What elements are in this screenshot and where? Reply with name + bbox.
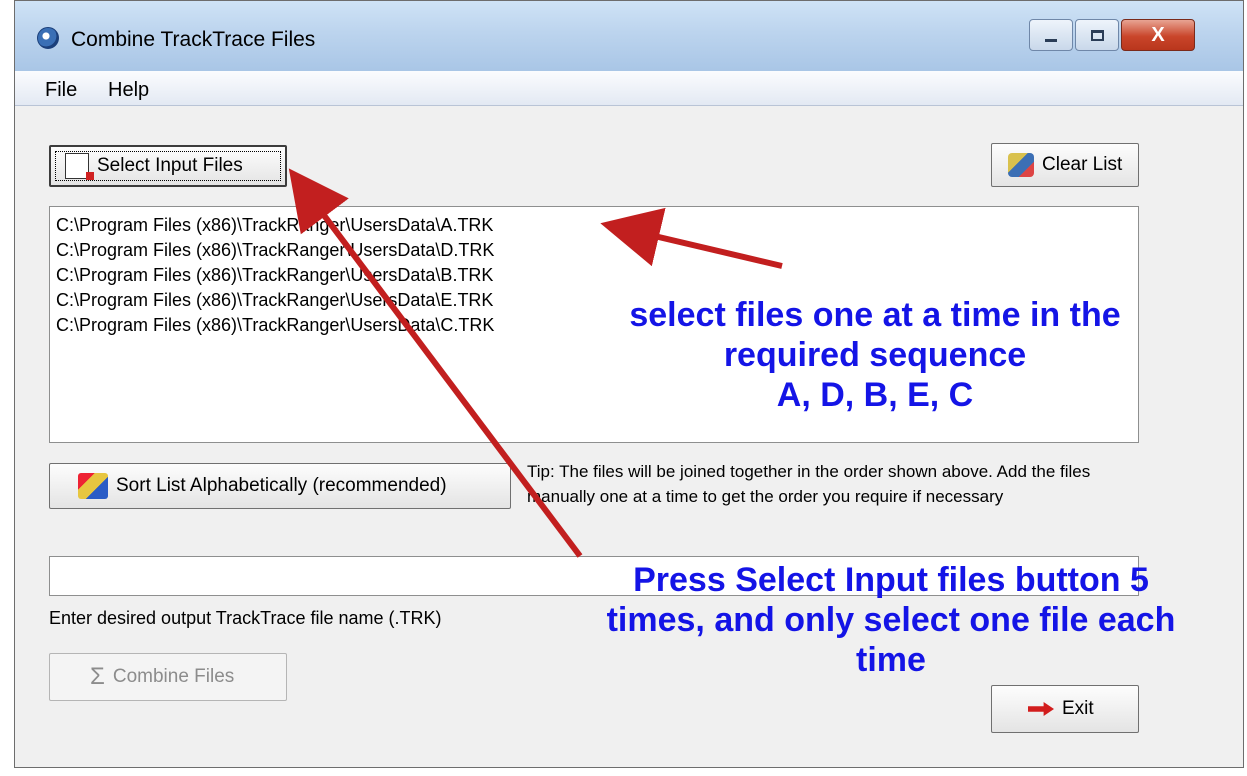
maximize-icon [1090,29,1104,41]
menu-file[interactable]: File [45,79,77,102]
clear-list-button[interactable]: Clear List [991,143,1139,187]
tip-text: Tip: The files will be joined together i… [527,462,1091,506]
close-button[interactable]: X [1121,19,1195,51]
annotation-press-button: Press Select Input files button 5 times,… [536,560,1246,680]
exit-label: Exit [1062,698,1094,719]
annotation-line: required sequence [723,336,1027,374]
output-filename-label: Enter desired output TrackTrace file nam… [49,608,442,628]
annotation-line: times, and only select one file each [606,601,1176,639]
sigma-icon: Σ [90,663,105,690]
red-arrow-icon [1028,702,1054,716]
minimize-icon [1045,38,1057,42]
annotation-line: time [856,641,926,679]
list-item[interactable]: C:\Program Files (x86)\TrackRanger\Users… [56,238,1138,263]
sort-list-button[interactable]: Sort List Alphabetically (recommended) [49,463,511,509]
exit-button[interactable]: Exit [991,685,1139,733]
close-icon: X [1151,23,1165,46]
menu-bar: File Help [15,71,1243,106]
annotation-line: select files one at a time in the [629,296,1121,334]
clear-list-label: Clear List [1042,154,1123,175]
title-bar: Combine TrackTrace Files X [15,1,1243,71]
sort-list-label: Sort List Alphabetically (recommended) [116,475,447,496]
window-title: Combine TrackTrace Files [71,28,316,51]
list-item[interactable]: C:\Program Files (x86)\TrackRanger\Users… [56,213,1138,238]
document-add-icon [65,153,94,180]
sort-icon [78,473,108,499]
list-item[interactable]: C:\Program Files (x86)\TrackRanger\Users… [56,263,1138,288]
annotation-line: A, D, B, E, C [776,376,974,414]
clear-icon [1008,153,1034,177]
minimize-button[interactable] [1029,19,1073,51]
combine-files-button[interactable]: Σ Combine Files [49,653,287,701]
select-input-files-button[interactable]: Select Input Files [49,145,287,187]
combine-files-label: Combine Files [112,666,235,687]
menu-help[interactable]: Help [108,79,149,102]
app-icon [37,27,59,49]
annotation-line: Press Select Input files button 5 [633,561,1149,599]
annotation-select-files: select files one at a time in the requir… [560,295,1190,415]
maximize-button[interactable] [1075,19,1119,51]
